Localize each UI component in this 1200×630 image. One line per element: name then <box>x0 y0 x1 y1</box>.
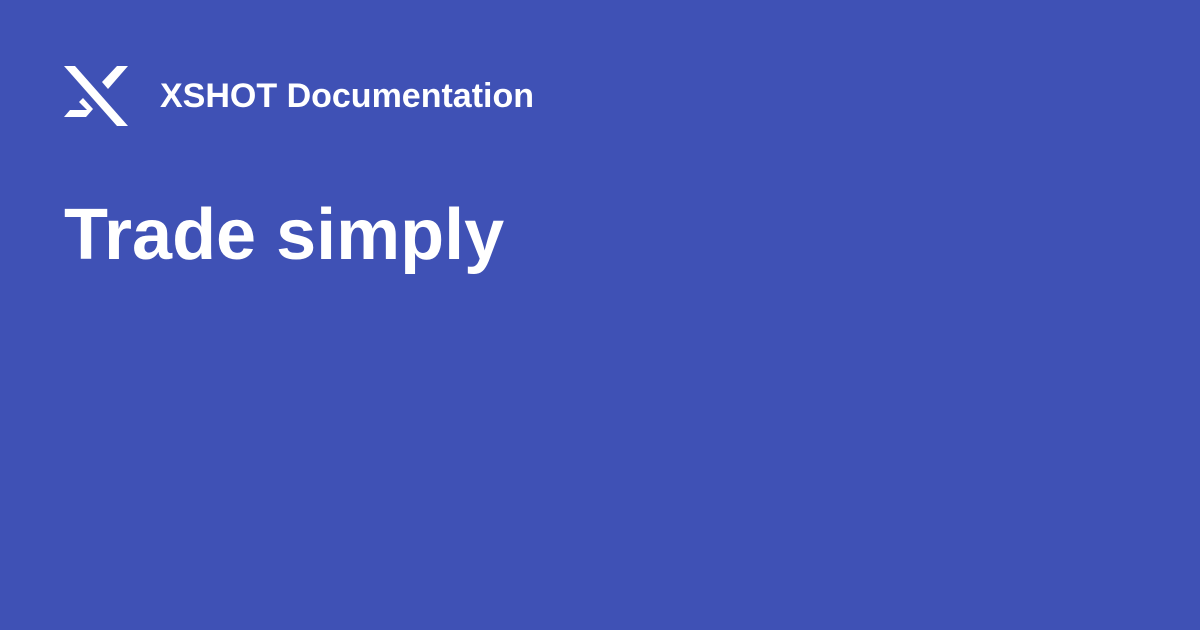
xshot-logo-icon <box>64 66 128 126</box>
social-card: { "header": { "logo_icon": "xshot-logo-i… <box>0 0 1200 630</box>
page-title: Trade simply <box>64 195 505 275</box>
site-name: XSHOT Documentation <box>160 77 535 115</box>
site-header: XSHOT Documentation <box>64 64 534 128</box>
